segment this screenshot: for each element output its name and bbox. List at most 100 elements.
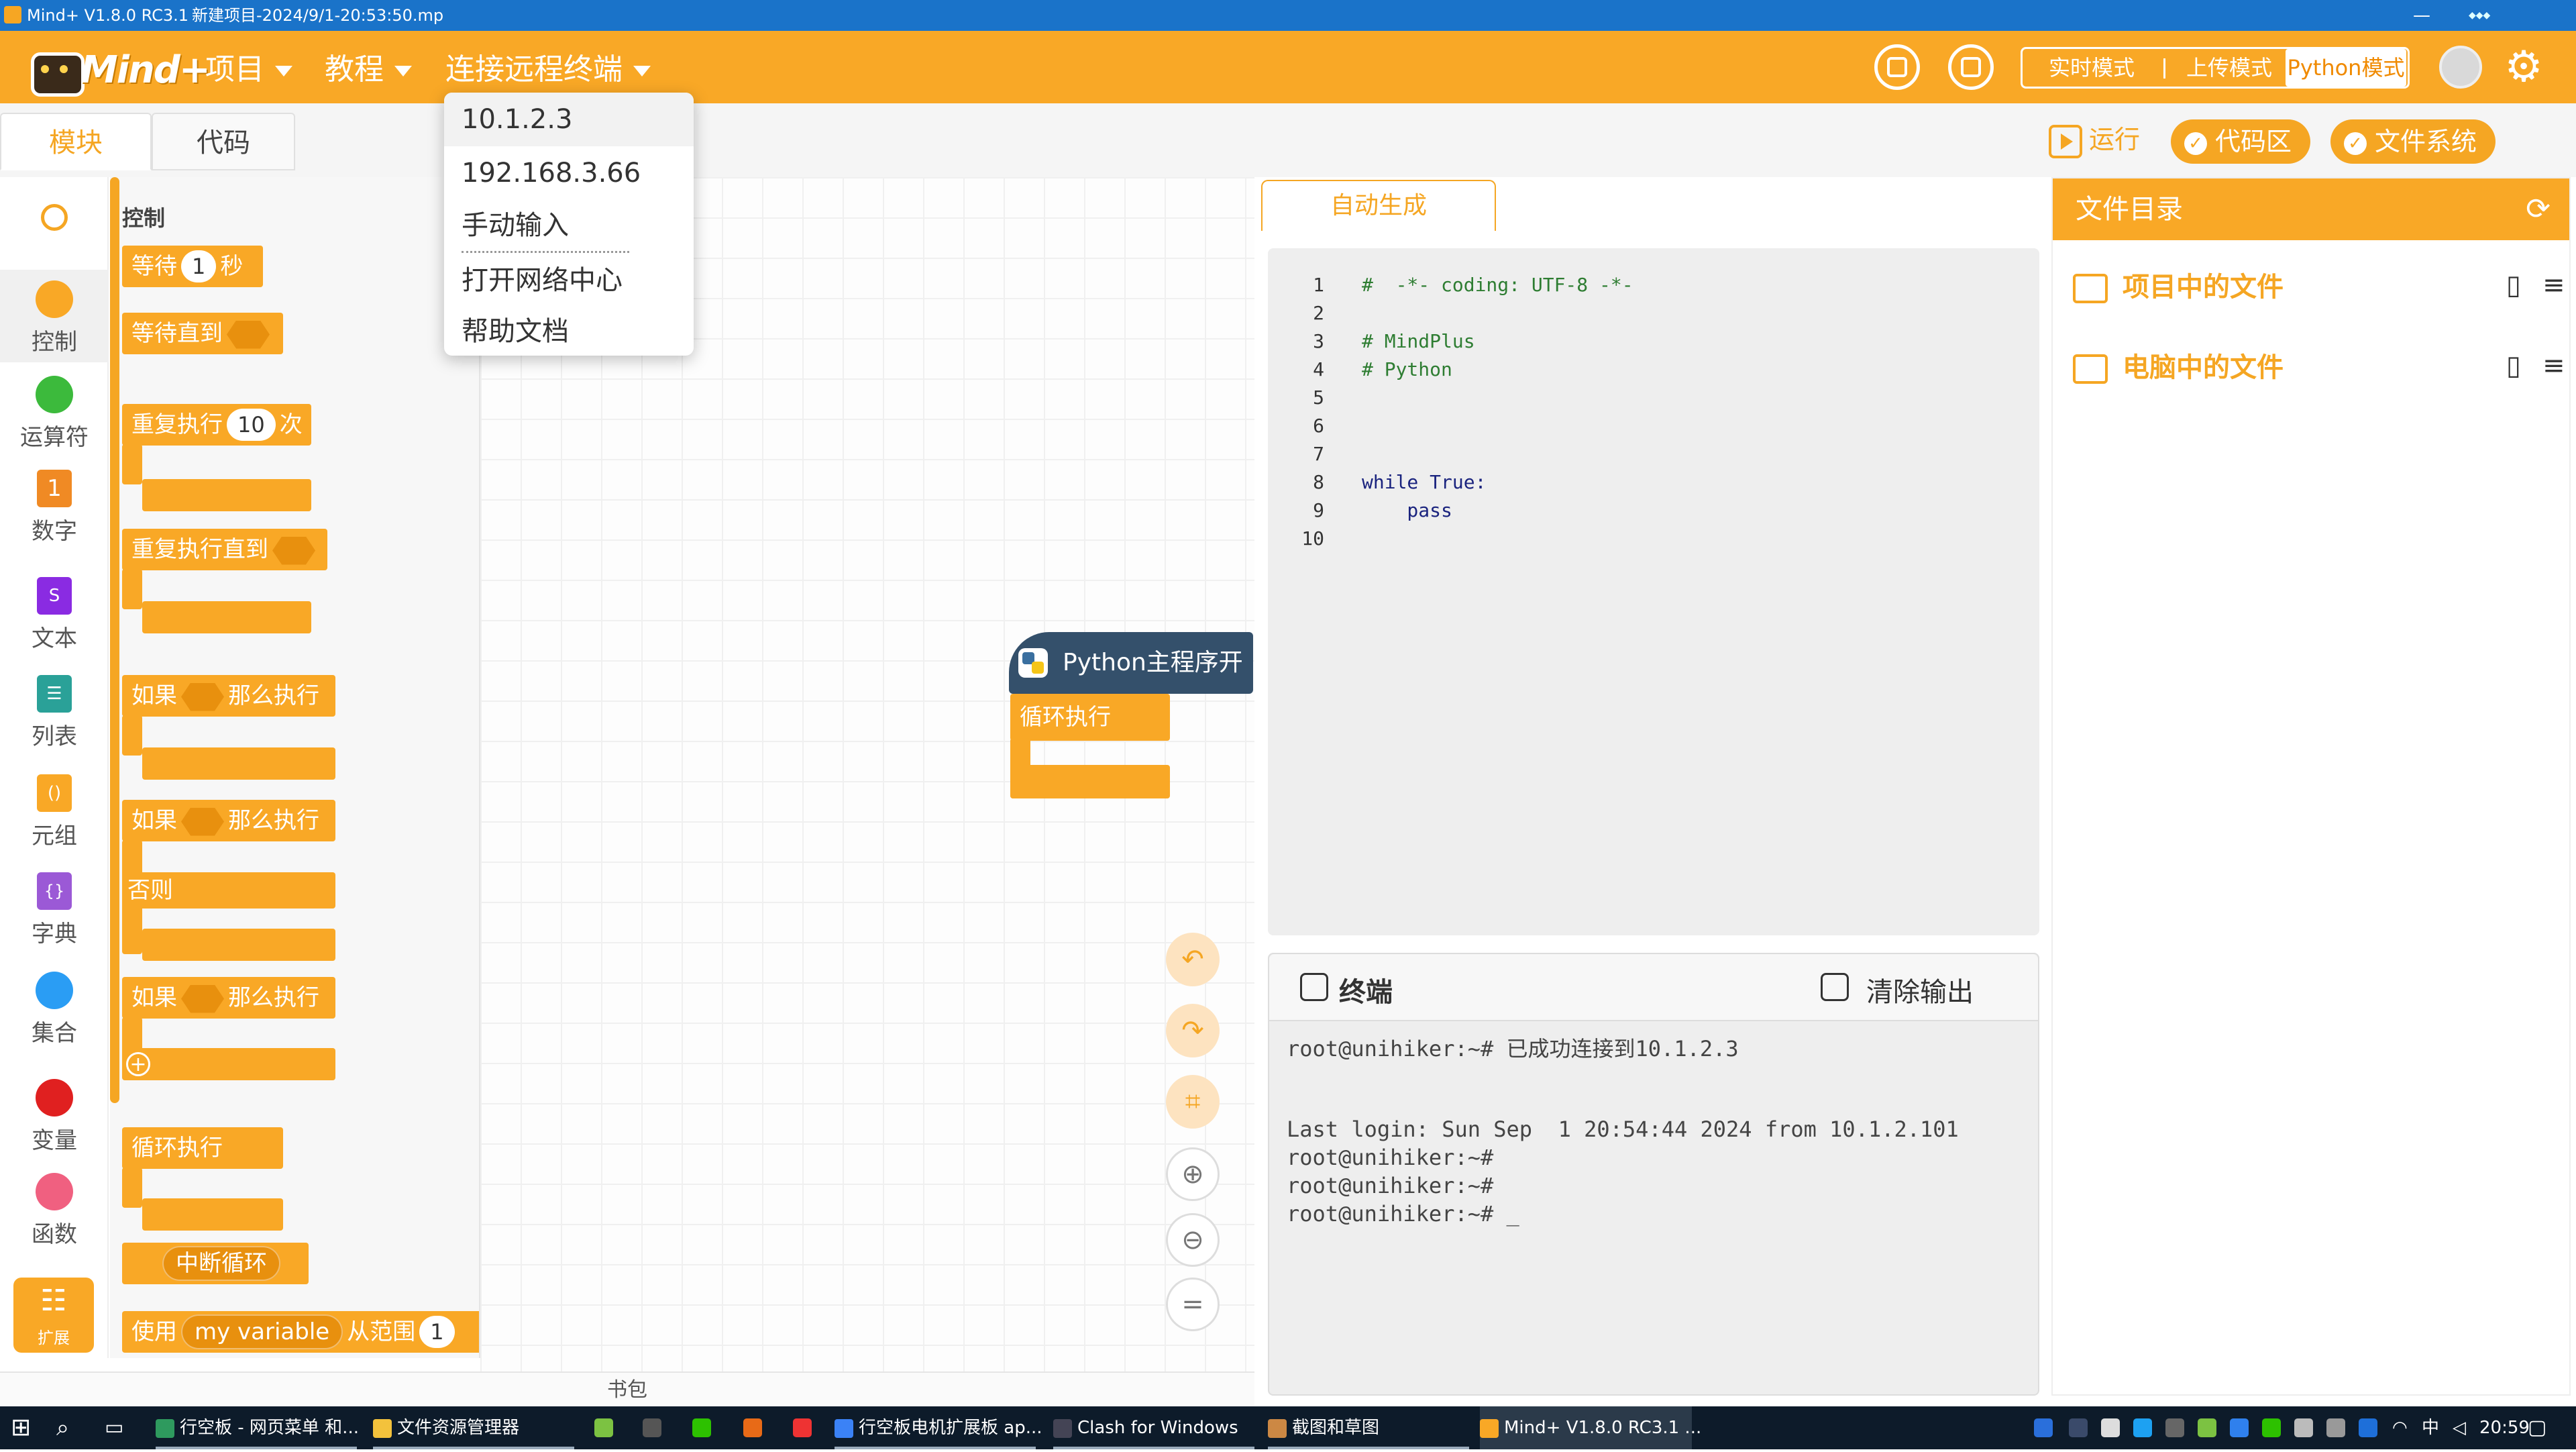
dropdown-item-manual-input[interactable]: 手动输入 [462, 199, 683, 252]
menu-icon[interactable]: ≡ [2542, 350, 2565, 381]
terminal-app-icon[interactable] [643, 1418, 661, 1437]
menu-project[interactable]: 项目 [205, 51, 292, 89]
taskbar-item-clash[interactable]: Clash for Windows [1053, 1406, 1254, 1449]
workspace-loop-block[interactable]: 循环执行 [1010, 694, 1170, 741]
taskbar-item-mindplus[interactable]: Mind+ V1.8.0 RC3.1 ... [1480, 1406, 1701, 1452]
category-control[interactable]: 控制 [0, 270, 109, 362]
dropdown-item-ip-2[interactable]: 192.168.3.66 [462, 146, 683, 200]
mode-realtime-button[interactable]: 实时模式 [2028, 49, 2155, 87]
new-file-icon[interactable]: ▯ [2506, 350, 2521, 381]
task-view-icon[interactable]: ▭ [105, 1406, 123, 1449]
security-tray-icon[interactable] [2034, 1418, 2053, 1437]
wait-seconds-input[interactable]: 1 [181, 250, 217, 282]
zoom-in-icon[interactable]: ⊕ [1166, 1147, 1220, 1201]
clear-output-button[interactable]: 清除输出 [1866, 970, 1974, 1009]
dropdown-item-network-center[interactable]: 打开网络中心 [462, 254, 683, 307]
tray-icon[interactable] [2165, 1418, 2184, 1437]
clear-icon[interactable] [1821, 973, 1849, 1001]
wechat-icon[interactable] [692, 1418, 711, 1437]
block-repeat[interactable]: 重复执行 10 次 [122, 404, 311, 446]
python-main-hat-block[interactable]: Python主程序开始 [1009, 632, 1253, 738]
gear-icon[interactable]: ⚙ [2502, 46, 2545, 89]
chart-icon[interactable] [1874, 44, 1920, 90]
clock[interactable]: 20:59 [2479, 1406, 2530, 1449]
block-for-range[interactable]: 使用 my variable 从范围 1 [122, 1311, 479, 1353]
category-set[interactable]: 集合 [0, 972, 109, 1047]
wifi-icon[interactable]: ◠ [2392, 1406, 2408, 1449]
code-editor[interactable]: 1 # -*- coding: UTF-8 -*- 2 3 # MindPlus 4… [1268, 248, 2039, 935]
add-branch-icon[interactable]: + [126, 1052, 150, 1076]
mode-python-button[interactable]: Python模式 [2286, 49, 2406, 87]
search-button[interactable] [0, 204, 109, 231]
category-number[interactable]: 1 数字 [0, 470, 109, 546]
avatar[interactable] [2439, 46, 2482, 89]
palette-scrollbar[interactable] [110, 177, 119, 1103]
tab-blocks[interactable]: 模块 [0, 113, 152, 170]
terminal-panel[interactable]: 终端 清除输出 root@unihiker:~# 已成功连接到10.1.2.3 … [1268, 953, 2039, 1396]
notification-icon[interactable]: ▢ [2528, 1406, 2546, 1449]
taskbar-item-unihiker-board[interactable]: 行空板电机扩展板 ap... [835, 1406, 1042, 1449]
category-list[interactable]: ☰ 列表 [0, 675, 109, 751]
undo-icon[interactable]: ↶ [1166, 933, 1220, 986]
category-function[interactable]: 函数 [0, 1173, 109, 1249]
crop-icon[interactable]: ⌗ [1166, 1075, 1220, 1129]
ime-indicator[interactable]: 中 [2422, 1406, 2439, 1449]
block-loop-forever[interactable]: 循环执行 [122, 1127, 283, 1169]
volume-icon[interactable]: ◁ [2453, 1406, 2466, 1449]
zoom-reset-icon[interactable]: = [1166, 1278, 1220, 1331]
red-app-icon[interactable] [793, 1418, 812, 1437]
category-operators[interactable]: 运算符 [0, 376, 109, 452]
project-files-item[interactable]: 项目中的文件 [2123, 267, 2284, 307]
zoom-out-icon[interactable]: ⊖ [1166, 1213, 1220, 1267]
tray-icon[interactable] [2198, 1418, 2216, 1437]
taskbar-item-snipping[interactable]: 截图和草图 [1268, 1406, 1469, 1449]
tray-icon[interactable] [2230, 1418, 2249, 1437]
variable-dropdown[interactable]: my variable [181, 1314, 343, 1349]
minimize-button[interactable]: — [2402, 0, 2442, 31]
block-wait[interactable]: 等待 1 秒 [122, 246, 263, 287]
break-type-dropdown[interactable]: 中断循环 [162, 1246, 280, 1281]
backpack-bar[interactable]: 书包 [0, 1371, 1254, 1406]
menu-remote-terminal[interactable]: 连接远程终端 [445, 51, 651, 89]
code-area-button[interactable]: ✓ 代码区 [2171, 119, 2311, 164]
block-if-then-mutator[interactable]: 如果 那么执行 [122, 977, 335, 1019]
block-repeat-until[interactable]: 重复执行直到 [122, 529, 327, 570]
block-if-then[interactable]: 如果 那么执行 [122, 675, 335, 717]
menu-tutorial[interactable]: 教程 [325, 51, 412, 89]
category-text[interactable]: S 文本 [0, 577, 109, 653]
app-icon-green[interactable] [594, 1418, 613, 1437]
category-dict[interactable]: {} 字典 [0, 872, 109, 948]
search-icon[interactable]: ⌕ [56, 1406, 69, 1449]
notes-app-icon[interactable] [743, 1418, 762, 1437]
tray-icon[interactable] [2326, 1418, 2345, 1437]
new-file-icon[interactable]: ▯ [2506, 270, 2521, 301]
range-start-input[interactable]: 1 [419, 1316, 455, 1348]
category-tuple[interactable]: () 元组 [0, 774, 109, 850]
tab-auto-generate[interactable]: 自动生成 [1261, 180, 1496, 231]
category-variable[interactable]: 变量 [0, 1079, 109, 1155]
menu-icon[interactable]: ≡ [2542, 270, 2565, 301]
mode-upload-button[interactable]: 上传模式 [2169, 49, 2290, 87]
taskbar-item-browser[interactable]: 行空板 - 网页菜单 和... [156, 1406, 359, 1449]
computer-files-item[interactable]: 电脑中的文件 [2123, 348, 2284, 388]
bluetooth-icon[interactable] [2359, 1418, 2377, 1437]
dropdown-item-help-docs[interactable]: 帮助文档 [462, 305, 683, 358]
dropdown-item-ip-1[interactable]: 10.1.2.3 [444, 93, 694, 146]
block-break-loop[interactable]: 中断循环 [122, 1243, 309, 1284]
tray-icon[interactable] [2101, 1418, 2120, 1437]
tab-code[interactable]: 代码 [152, 113, 295, 170]
cloud-tray-icon[interactable] [2294, 1418, 2313, 1437]
block-if-then-else[interactable]: 如果 那么执行 [122, 800, 335, 841]
block-wait-until[interactable]: 等待直到 [122, 313, 283, 354]
extension-button[interactable]: ☷ 扩展 [13, 1278, 94, 1353]
tray-icon[interactable] [2069, 1418, 2088, 1437]
edit-icon[interactable] [1948, 44, 1994, 90]
repeat-count-input[interactable]: 10 [227, 409, 276, 441]
refresh-icon[interactable]: ⟳ [2526, 178, 2551, 240]
taskbar-item-explorer[interactable]: 文件资源管理器 [373, 1406, 574, 1449]
tray-icon[interactable] [2133, 1418, 2152, 1437]
file-system-button[interactable]: ✓ 文件系统 [2330, 119, 2496, 164]
windows-start-icon[interactable]: ⊞ [11, 1406, 31, 1449]
redo-icon[interactable]: ↷ [1166, 1004, 1220, 1057]
wechat-tray-icon[interactable] [2262, 1418, 2281, 1437]
